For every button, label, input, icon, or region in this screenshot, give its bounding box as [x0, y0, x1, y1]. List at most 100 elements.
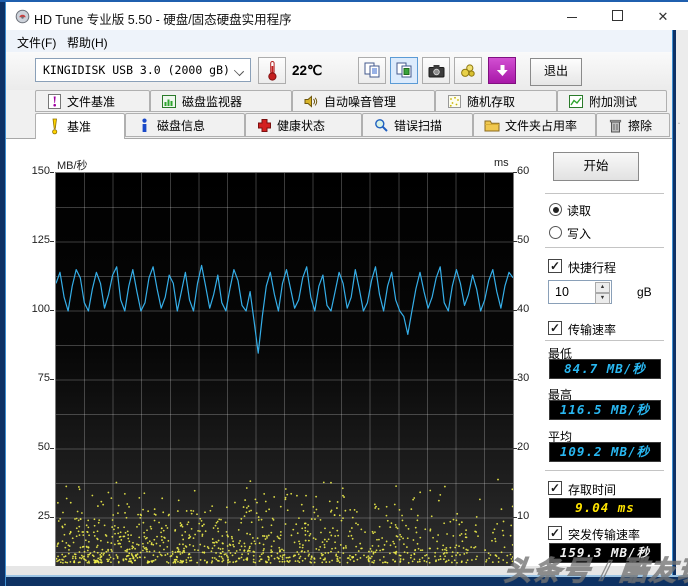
tab-file-benchmark[interactable]: 文件基准	[35, 90, 150, 112]
thermometer-icon	[267, 61, 276, 81]
tab-disk-info[interactable]: 磁盘信息	[125, 113, 245, 137]
tab-error-scan[interactable]: 错误扫描	[362, 113, 473, 137]
left-axis-unit: MB/秒	[57, 160, 88, 172]
hdtune-window: HD Tune 专业版 5.50 - 硬盘/固态硬盘实用程序 ✕ 文件(F) 帮…	[0, 0, 688, 586]
tab-strip: 文件基准 磁盘监视器 自动噪音管理 随机存取 附加测试 基准 磁盘信息 健康状态…	[5, 90, 672, 139]
short-stroke-checkbox[interactable]	[548, 259, 562, 273]
right-axis-tick-label: 30	[517, 372, 530, 384]
window-title: HD Tune 专业版 5.50 - 硬盘/固态硬盘实用程序	[34, 13, 292, 27]
max-value-display: 116.5 MB/秒	[549, 400, 661, 420]
left-axis-tick-label: 25	[37, 509, 50, 522]
tab-extra-tests[interactable]: 附加测试	[557, 90, 667, 112]
camera-icon	[428, 64, 444, 77]
left-axis-tick-label: 75	[37, 371, 50, 384]
folder-icon	[484, 119, 500, 132]
disk-monitor-icon	[161, 94, 177, 108]
drive-selector-value: KINGIDISK USB 3.0 (2000 gB)	[43, 63, 230, 77]
tab-aam[interactable]: 自动噪音管理	[292, 90, 435, 112]
start-button[interactable]: 开始	[553, 152, 639, 181]
donate-button[interactable]	[454, 57, 482, 84]
benchmark-chart	[55, 172, 514, 568]
drive-selector[interactable]: KINGIDISK USB 3.0 (2000 gB)	[35, 58, 251, 82]
tab-folder-usage[interactable]: 文件夹占用率	[473, 113, 596, 137]
radio-write-label: 写入	[567, 227, 592, 241]
short-stroke-input[interactable]	[549, 281, 597, 303]
minimize-icon	[567, 17, 577, 18]
right-axis-tick-label: 20	[517, 441, 530, 453]
window-left-border	[0, 2, 6, 586]
spin-up-icon[interactable]: ▲	[595, 282, 610, 293]
right-axis-tick-label: 60	[517, 165, 530, 177]
left-axis-tick-label: 50	[37, 440, 50, 453]
divider	[545, 470, 664, 471]
tab-erase[interactable]: 擦除	[596, 113, 670, 137]
tab-random-access[interactable]: 随机存取	[435, 90, 557, 112]
menu-bar: 文件(F) 帮助(H)	[5, 30, 672, 53]
tab-disk-monitor[interactable]: 磁盘监视器	[150, 90, 292, 112]
close-icon: ✕	[657, 9, 669, 24]
right-axis-tick-mark	[513, 379, 517, 380]
minimize-button[interactable]	[557, 6, 587, 28]
left-axis-tick-mark	[50, 378, 54, 380]
burst-rate-checkbox[interactable]	[548, 526, 562, 540]
toolbar: KINGIDISK USB 3.0 (2000 gB) 22℃ 退出	[5, 52, 672, 91]
transfer-rate-label: 传输速率	[568, 323, 617, 337]
radio-read-label: 读取	[567, 204, 592, 218]
access-time-checkbox[interactable]	[548, 481, 562, 495]
right-axis-tick-label: 40	[517, 303, 530, 315]
left-axis-tick-label: 125	[31, 233, 50, 246]
right-axis-tick-label: 10	[517, 510, 530, 522]
access-time-label: 存取时间	[568, 483, 617, 497]
divider	[545, 193, 664, 194]
hand-icon	[461, 63, 475, 77]
avg-value-display: 109.2 MB/秒	[549, 442, 661, 462]
title-bar: HD Tune 专业版 5.50 - 硬盘/固态硬盘实用程序 ✕	[5, 2, 688, 30]
info-icon	[136, 118, 152, 133]
update-button[interactable]	[488, 57, 516, 84]
divider	[545, 247, 664, 248]
left-axis-tick-mark	[50, 172, 54, 173]
spin-down-icon[interactable]: ▼	[595, 293, 610, 304]
right-axis-tick-mark	[513, 517, 517, 518]
divider	[545, 340, 664, 341]
tab-health[interactable]: 健康状态	[245, 113, 362, 137]
close-button[interactable]: ✕	[648, 6, 678, 28]
benchmark-icon	[46, 118, 62, 135]
screenshot-button[interactable]	[422, 57, 450, 84]
right-axis-unit: ms	[494, 157, 509, 169]
left-axis-tick-mark	[50, 516, 54, 518]
access-time-display: 9.04 ms	[549, 498, 661, 518]
maximize-button[interactable]	[602, 6, 632, 28]
magnifier-icon	[373, 118, 389, 133]
short-stroke-unit: gB	[637, 285, 652, 299]
watermark: 头条号 / 酷友玩	[503, 555, 688, 586]
extra-tests-icon	[568, 94, 584, 108]
radio-write[interactable]	[549, 226, 562, 239]
file-benchmark-icon	[46, 93, 62, 109]
left-axis-tick-mark	[50, 309, 54, 311]
menu-help[interactable]: 帮助(H)	[63, 33, 112, 52]
tab-benchmark[interactable]: 基准	[35, 113, 125, 139]
transfer-rate-checkbox[interactable]	[548, 321, 562, 335]
copy-image-icon	[396, 62, 411, 78]
right-axis-tick-mark	[513, 310, 517, 311]
copy-text-button[interactable]	[358, 57, 386, 84]
random-access-icon	[446, 94, 462, 108]
short-stroke-label: 快捷行程	[568, 261, 617, 275]
copy-image-button[interactable]	[390, 57, 418, 84]
menu-file[interactable]: 文件(F)	[13, 33, 60, 52]
radio-read[interactable]	[549, 203, 562, 216]
health-cross-icon	[256, 118, 272, 133]
left-axis-tick-label: 100	[31, 302, 50, 315]
temperature-button[interactable]	[258, 57, 286, 84]
right-axis-tick-mark	[513, 241, 517, 242]
left-axis-tick-mark	[50, 240, 54, 242]
background-window-sliver: …	[676, 30, 688, 575]
right-axis-tick-mark	[513, 172, 517, 173]
chart-canvas	[56, 173, 513, 567]
burst-rate-label: 突发传输速率	[568, 528, 641, 542]
short-stroke-spinner[interactable]: ▲ ▼	[548, 280, 612, 304]
maximize-icon	[611, 10, 623, 21]
exit-button[interactable]: 退出	[530, 58, 582, 86]
trash-icon	[607, 118, 623, 133]
